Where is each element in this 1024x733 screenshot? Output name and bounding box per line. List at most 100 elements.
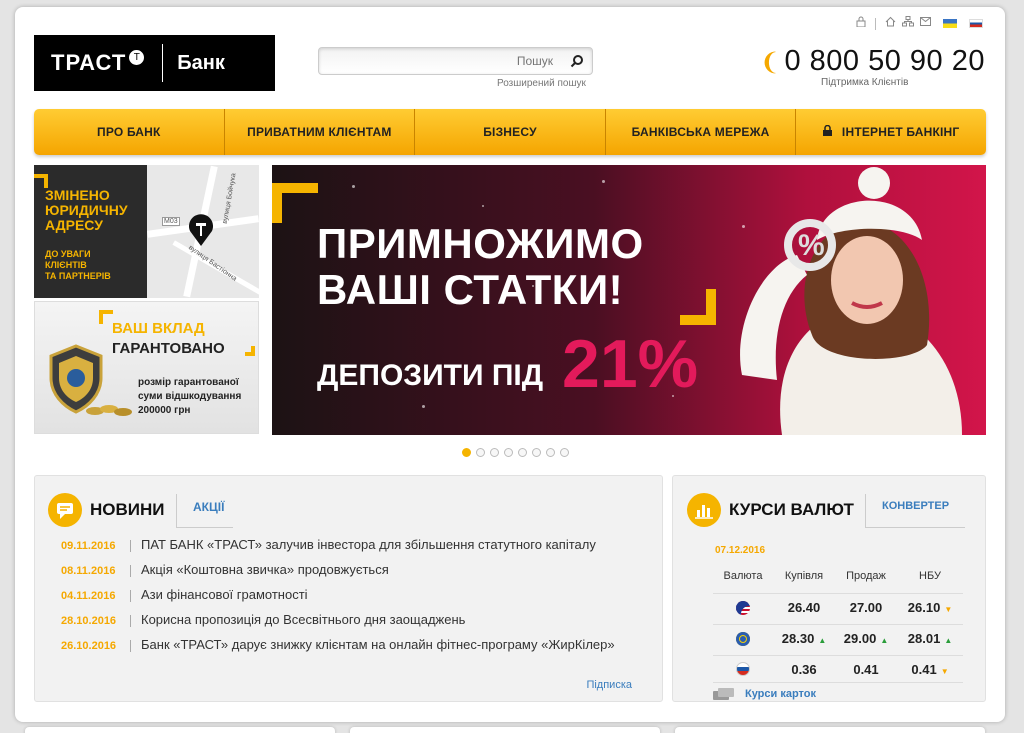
trend-up-icon: ▲ <box>818 636 827 645</box>
promo-deposit-line2: ГАРАНТОВАНО <box>112 340 225 357</box>
main-nav: ПРО БАНК ПРИВАТНИМ КЛІЄНТАМ БІЗНЕСУ БАНК… <box>34 109 986 155</box>
currency-panel: КУРСИ ВАЛЮТ КОНВЕРТЕР 07.12.2016 Валюта … <box>672 475 986 702</box>
news-date: 28.10.2016 <box>61 615 117 627</box>
news-item[interactable]: 08.11.2016 Акція «Коштовна звичка» продо… <box>61 561 651 580</box>
banner-dot[interactable] <box>532 448 541 457</box>
rub-sell: 0.41 <box>853 661 879 677</box>
footer-edge <box>675 727 985 733</box>
nav-business[interactable]: БІЗНЕСУ <box>415 109 606 155</box>
tab-promotions[interactable]: АКЦІЇ <box>176 494 233 528</box>
card-rates-link[interactable]: Курси карток <box>713 688 816 700</box>
promo-deposit-guaranteed[interactable]: ВАШ ВКЛАД ГАРАНТОВАНО розмір гарантовано… <box>34 301 259 434</box>
promo-deposit-line1: ВАШ ВКЛАД <box>112 320 205 337</box>
banner-dot[interactable] <box>560 448 569 457</box>
banner-pagination <box>462 448 569 457</box>
eur-flag-icon <box>736 631 750 646</box>
mail-icon[interactable] <box>920 17 931 30</box>
usd-nbu: 26.10 ▼ <box>907 600 953 615</box>
logo-divider <box>162 44 164 82</box>
news-list: 09.11.2016 ПАТ БАНК «ТРАСТ» залучив інве… <box>61 536 651 661</box>
usd-flag-icon <box>736 600 750 615</box>
promo-corner-accent <box>99 310 113 324</box>
news-date: 26.10.2016 <box>61 640 117 652</box>
rub-buy: 0.36 <box>791 661 817 677</box>
banner-subheadline: ДЕПОЗИТИ ПІД <box>317 359 544 392</box>
news-text[interactable]: Корисна пропозиція до Всесвітнього дня з… <box>141 611 465 630</box>
eur-nbu: 28.01 ▲ <box>907 631 953 646</box>
subscribe-link[interactable]: Підписка <box>586 679 632 691</box>
news-item[interactable]: 28.10.2016 Корисна пропозиція до Всесвіт… <box>61 611 651 630</box>
banner-corner-accent <box>680 289 716 325</box>
news-text[interactable]: Банк «ТРАСТ» дарує знижку клієнтам на он… <box>141 636 615 655</box>
tab-converter[interactable]: КОНВЕРТЕР <box>865 494 965 528</box>
col-buy: Купівля <box>784 570 824 582</box>
russian-flag-icon[interactable] <box>969 19 983 28</box>
trend-down-icon: ▼ <box>944 605 953 614</box>
currency-row-usd: 26.40 27.00 26.10 ▼ <box>713 593 963 621</box>
news-date: 08.11.2016 <box>61 565 116 577</box>
currency-title: КУРСИ ВАЛЮТ <box>729 500 854 519</box>
rub-nbu: 0.41 ▼ <box>911 661 949 677</box>
news-text[interactable]: Ази фінансової грамотності <box>141 586 308 605</box>
sitemap-icon[interactable] <box>902 16 914 31</box>
currency-row-eur: 28.30 ▲ 29.00 ▲ 28.01 ▲ <box>713 624 963 652</box>
col-currency: Валюта <box>723 570 763 582</box>
nav-internet-banking[interactable]: ІНТЕРНЕТ БАНКІНГ <box>796 109 986 155</box>
banner-dot[interactable] <box>546 448 555 457</box>
nav-bank-network[interactable]: БАНКІВСЬКА МЕРЕЖА <box>606 109 797 155</box>
promo-deposit-line3: розмір гарантованої суми відшкодування 2… <box>138 377 242 416</box>
advanced-search-link[interactable]: Розширений пошук <box>497 78 586 89</box>
promo-address-note: ДО УВАГИ КЛІЄНТІВ ТА ПАРТНЕРІВ <box>45 249 111 281</box>
cards-icon <box>713 688 734 700</box>
col-sell: Продаж <box>846 570 886 582</box>
promo-corner-accent <box>245 346 255 356</box>
eur-buy: 28.30 ▲ <box>781 631 827 646</box>
news-item[interactable]: 26.10.2016 Банк «ТРАСТ» дарує знижку клі… <box>61 636 651 655</box>
banner-percent: 21% <box>562 326 699 402</box>
search-input[interactable] <box>319 48 559 74</box>
rub-flag-icon <box>736 662 750 676</box>
support-label: Підтримка Клієнтів <box>821 77 909 88</box>
news-text[interactable]: ПАТ БАНК «ТРАСТ» залучив інвестора для з… <box>141 536 596 555</box>
currency-table-header: Валюта Купівля Продаж НБУ <box>713 570 963 582</box>
svg-text:%: % <box>798 229 825 262</box>
banner-dot[interactable] <box>518 448 527 457</box>
news-text[interactable]: Акція «Коштовна звичка» продовжується <box>141 561 389 580</box>
trast-bank-logo[interactable]: ТРАСТ Т Банк <box>34 35 275 91</box>
news-item[interactable]: 04.11.2016 Ази фінансової грамотності <box>61 586 651 605</box>
promo-corner-accent <box>34 174 48 188</box>
trend-up-icon: ▲ <box>880 636 889 645</box>
hero-banner[interactable]: ПРИМНОЖИМО ВАШІ СТАТКИ! ДЕПОЗИТИ ПІД 21%… <box>272 165 986 435</box>
news-title: НОВИНИ <box>90 500 165 519</box>
usd-sell: 27.00 <box>849 600 883 615</box>
news-panel: НОВИНИ АКЦІЇ 09.11.2016 ПАТ БАНК «ТРАСТ»… <box>34 475 663 702</box>
eur-sell: 29.00 ▲ <box>843 631 889 646</box>
nav-internet-banking-label: ІНТЕРНЕТ БАНКІНГ <box>841 125 960 139</box>
logo-mark: Т <box>129 49 145 65</box>
utility-bar <box>856 16 983 31</box>
news-date: 09.11.2016 <box>61 540 116 552</box>
utility-divider <box>875 17 876 30</box>
lock-icon <box>822 124 832 139</box>
banner-dot[interactable] <box>504 448 513 457</box>
banner-dot[interactable] <box>490 448 499 457</box>
phone-number[interactable]: 0 800 50 90 20 <box>784 45 985 77</box>
banner-dot[interactable] <box>462 448 471 457</box>
news-date: 04.11.2016 <box>61 590 116 602</box>
nav-about-bank[interactable]: ПРО БАНК <box>34 109 225 155</box>
banner-headline: ПРИМНОЖИМО ВАШІ СТАТКИ! <box>317 220 644 313</box>
promo-address-changed[interactable]: ЗМІНЕНО ЮРИДИЧНУ АДРЕСУ ДО УВАГИ КЛІЄНТІ… <box>34 165 259 298</box>
page-container: ТРАСТ Т Банк Розширений пошук ❨0 800 50 … <box>15 7 1005 722</box>
promo-address-title: ЗМІНЕНО ЮРИДИЧНУ АДРЕСУ <box>45 187 128 233</box>
home-icon[interactable] <box>885 16 896 31</box>
nav-private-clients[interactable]: ПРИВАТНИМ КЛІЄНТАМ <box>225 109 416 155</box>
news-item[interactable]: 09.11.2016 ПАТ БАНК «ТРАСТ» залучив інве… <box>61 536 651 555</box>
coins-icon <box>86 405 132 416</box>
ukrainian-flag-icon[interactable] <box>943 19 957 28</box>
usd-buy: 26.40 <box>787 600 821 615</box>
lock-icon[interactable] <box>856 16 866 31</box>
banner-dot[interactable] <box>476 448 485 457</box>
search-icon[interactable] <box>570 54 584 68</box>
footer-edge <box>350 727 660 733</box>
banner-woman-image: % <box>740 167 962 435</box>
